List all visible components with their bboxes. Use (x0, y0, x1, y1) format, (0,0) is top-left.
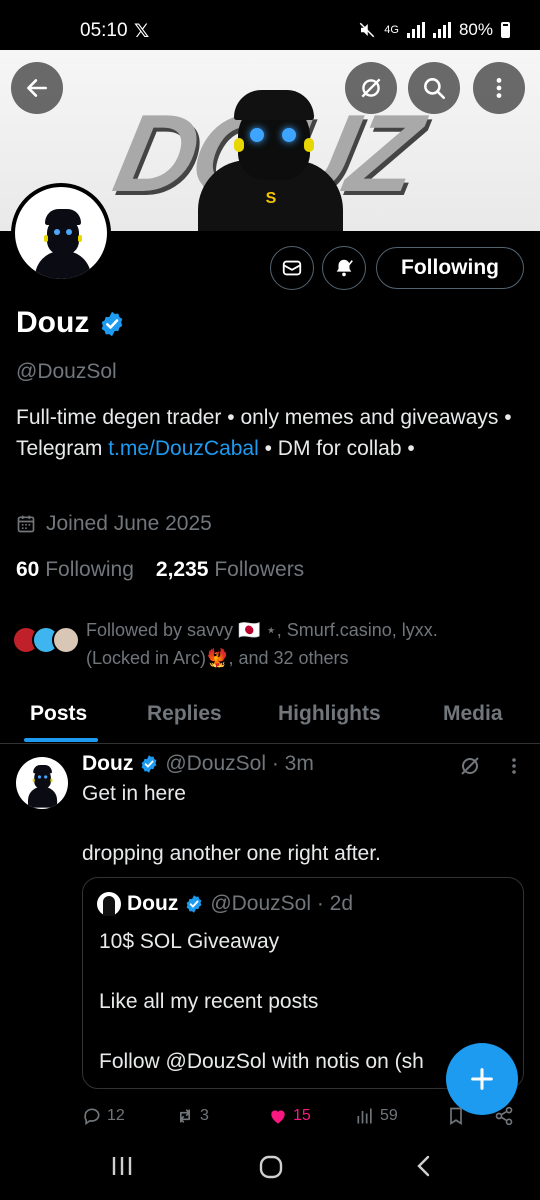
signal-icon (406, 22, 425, 38)
reply-button[interactable]: 12 (82, 1106, 125, 1126)
banner-figure-image: S (198, 90, 343, 231)
envelope-icon (282, 260, 302, 276)
quote-text-line: 10$ SOL Giveaway (99, 930, 280, 953)
profile-tabs: Posts Replies Highlights Media (0, 688, 540, 744)
following-count: 60 (16, 558, 40, 581)
battery-icon (501, 22, 510, 38)
solana-chip: S (265, 190, 277, 207)
verified-badge-icon (186, 895, 202, 913)
profile-name-text: Douz (16, 306, 90, 339)
views-button[interactable]: 59 (355, 1106, 398, 1126)
battery-level: 80% (458, 20, 493, 39)
home-icon[interactable] (258, 1154, 284, 1180)
follow-stats: 60 Following 2,235 Followers (16, 558, 304, 582)
followers-count: 2,235 (155, 558, 209, 581)
mutual-avatar (52, 626, 80, 654)
calendar-icon (17, 515, 35, 533)
post-handle-time: @DouzSol · 3m (165, 752, 314, 775)
post-text-line: Get in here (82, 782, 186, 805)
bookmark-button[interactable] (446, 1106, 466, 1126)
back-button[interactable] (11, 62, 63, 114)
repost-count: 3 (200, 1107, 209, 1124)
repost-icon (180, 1109, 190, 1123)
joined-date: Joined June 2025 (16, 512, 212, 536)
x-notification-icon: 𝕏 (134, 21, 150, 42)
share-icon (495, 1106, 513, 1126)
tab-replies[interactable]: Replies (147, 702, 222, 726)
post-actions: 12 3 15 59 (0, 1100, 540, 1134)
network-type: 4G (384, 23, 399, 36)
heart-icon (271, 1110, 285, 1124)
status-time: 05:10 (80, 20, 128, 41)
post-header: Douz @DouzSol · 3m (82, 752, 314, 776)
system-nav-bar (0, 1136, 540, 1200)
grok-button[interactable] (345, 62, 397, 114)
mute-icon (360, 22, 375, 38)
vertical-dots-icon (496, 78, 502, 98)
grok-icon[interactable] (458, 754, 482, 778)
telegram-link[interactable]: t.me/DouzCabal (108, 437, 259, 460)
profile-bio: Full-time degen trader • only memes and … (16, 402, 526, 464)
back-nav-icon[interactable] (412, 1154, 436, 1178)
views-chart-icon (357, 1108, 372, 1124)
profile-avatar[interactable] (11, 183, 111, 283)
profile-handle: @DouzSol (16, 360, 117, 383)
bio-text-2: • DM for collab • (258, 437, 415, 460)
quote-author-name: Douz (127, 892, 179, 915)
share-button[interactable] (494, 1106, 514, 1126)
search-icon (424, 78, 446, 100)
tab-posts[interactable]: Posts (30, 702, 87, 726)
reply-icon (84, 1108, 100, 1126)
arrow-left-icon (27, 79, 47, 97)
search-button[interactable] (408, 62, 460, 114)
repost-button[interactable]: 3 (175, 1106, 209, 1126)
recent-apps-icon[interactable] (110, 1154, 134, 1178)
following-button[interactable]: Following (376, 247, 524, 289)
followed-by-text: Followed by savvy 🇯🇵 ⋆, Smurf.casino, ly… (86, 620, 438, 668)
profile-name: Douz (16, 306, 126, 340)
joined-text: Joined June 2025 (46, 512, 212, 535)
followers-label: Followers (214, 558, 305, 581)
message-button[interactable] (270, 246, 314, 290)
mutual-avatars (12, 624, 80, 664)
quote-handle-time: @DouzSol · 2d (210, 892, 354, 915)
bookmark-icon (450, 1107, 462, 1126)
post-author-name[interactable]: Douz (82, 752, 133, 776)
following-stat[interactable]: 60 Following (16, 558, 134, 582)
tab-media[interactable]: Media (443, 702, 503, 726)
more-options-button[interactable] (473, 62, 525, 114)
post-text-line: dropping another one right after. (82, 842, 381, 865)
quote-text-line: Follow @DouzSol with notis on (sh (99, 1050, 424, 1073)
like-button[interactable]: 15 (268, 1106, 311, 1126)
tab-highlights[interactable]: Highlights (278, 702, 381, 726)
post-avatar[interactable] (16, 757, 68, 809)
verified-badge-icon[interactable] (98, 310, 126, 338)
status-right: 4G 80% (358, 20, 510, 40)
reply-count: 12 (107, 1107, 125, 1124)
signal-icon-2 (432, 22, 451, 38)
notifications-button[interactable] (322, 246, 366, 290)
following-label: Following (45, 558, 134, 581)
quote-text-line: Like all my recent posts (99, 990, 319, 1013)
quote-avatar (97, 892, 121, 916)
bell-check-icon (336, 259, 353, 277)
followers-stat[interactable]: 2,235 Followers (156, 558, 304, 582)
post-more-icon[interactable] (504, 754, 524, 778)
followed-by[interactable]: Followed by savvy 🇯🇵 ⋆, Smurf.casino, ly… (12, 616, 506, 672)
views-count: 59 (380, 1107, 398, 1124)
status-bar: 05:10 𝕏 4G 80% (0, 0, 540, 50)
plus-icon (471, 1068, 493, 1090)
quote-header: Douz @DouzSol · 2d (97, 892, 353, 916)
like-count: 15 (293, 1107, 311, 1124)
grok-icon (361, 78, 381, 98)
active-tab-indicator (24, 738, 98, 742)
verified-badge-icon (141, 755, 157, 773)
